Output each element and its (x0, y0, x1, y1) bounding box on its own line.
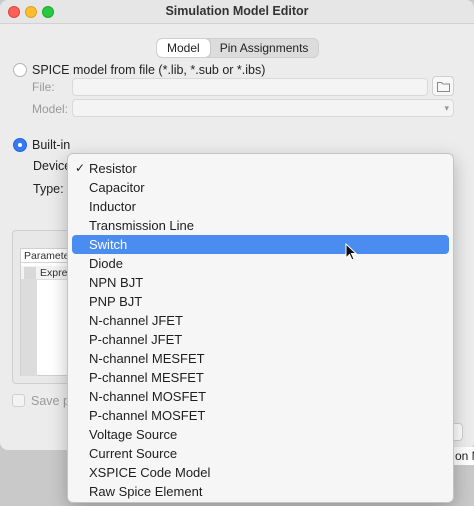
browse-file-button[interactable] (432, 76, 454, 96)
menu-item-label: Switch (89, 237, 128, 252)
device-type-dropdown-menu[interactable]: ✓ Resistor Capacitor Inductor Transmission L… (67, 153, 454, 503)
chevron-down-icon: ▾ (444, 103, 449, 113)
menu-item-label: Capacitor (89, 180, 145, 195)
builtin-radio[interactable] (13, 138, 27, 152)
row-header-cell (24, 267, 36, 279)
tab-pin-assignments[interactable]: Pin Assignments (210, 39, 319, 57)
window-title: Simulation Model Editor (165, 4, 309, 18)
tab-bar: Model Pin Assignments (156, 38, 320, 58)
menu-item-pnp-bjt[interactable]: PNP BJT (72, 292, 449, 311)
background-window: on M (452, 447, 474, 465)
file-input[interactable] (72, 78, 428, 96)
menu-item-n-channel-mesfet[interactable]: N-channel MESFET (72, 349, 449, 368)
builtin-label: Built-in (32, 138, 71, 152)
file-label: File: (32, 80, 55, 94)
menu-item-resistor[interactable]: ✓ Resistor (72, 159, 449, 178)
menu-item-label: P-channel MESFET (89, 370, 204, 385)
row-header-column (21, 280, 37, 376)
menu-item-switch[interactable]: Switch (72, 235, 449, 254)
tab-model[interactable]: Model (157, 39, 210, 57)
menu-item-label: Resistor (89, 161, 137, 176)
menu-item-raw-spice-element[interactable]: Raw Spice Element (72, 482, 449, 501)
menu-item-voltage-source[interactable]: Voltage Source (72, 425, 449, 444)
menu-item-label: Raw Spice Element (89, 484, 203, 499)
folder-icon (437, 82, 450, 92)
menu-item-label: P-channel MOSFET (89, 408, 206, 423)
menu-item-label: N-channel JFET (89, 313, 183, 328)
checkmark-icon: ✓ (75, 161, 86, 175)
spice-model-label: SPICE model from file (*.lib, *.sub or *… (32, 63, 266, 77)
spice-model-radio[interactable] (13, 63, 27, 77)
menu-item-label: Current Source (89, 446, 178, 461)
menu-item-label: Transmission Line (89, 218, 195, 233)
menu-item-xspice-code-model[interactable]: XSPICE Code Model (72, 463, 449, 482)
menu-item-label: N-channel MESFET (89, 351, 205, 366)
menu-item-n-channel-jfet[interactable]: N-channel JFET (72, 311, 449, 330)
menu-item-label: PNP BJT (89, 294, 143, 309)
menu-item-label: NPN BJT (89, 275, 144, 290)
menu-item-p-channel-jfet[interactable]: P-channel JFET (72, 330, 449, 349)
menu-item-label: P-channel JFET (89, 332, 183, 347)
model-select[interactable]: ▾ (72, 99, 454, 117)
menu-item-label: Diode (89, 256, 123, 271)
menu-item-p-channel-mosfet[interactable]: P-channel MOSFET (72, 406, 449, 425)
menu-item-label: N-channel MOSFET (89, 389, 207, 404)
menu-item-current-source[interactable]: Current Source (72, 444, 449, 463)
menu-item-p-channel-mesfet[interactable]: P-channel MESFET (72, 368, 449, 387)
save-checkbox[interactable] (12, 394, 25, 407)
parameters-table[interactable]: Parameter Express (20, 248, 78, 376)
menu-item-n-channel-mosfet[interactable]: N-channel MOSFET (72, 387, 449, 406)
parameters-subheader-row: Express (21, 266, 78, 280)
title-bar: Simulation Model Editor (0, 0, 474, 24)
background-window-text: on M (455, 449, 474, 463)
menu-item-label: Inductor (89, 199, 136, 214)
model-label: Model: (32, 102, 69, 116)
type-label: Type: (33, 182, 64, 196)
menu-item-label: XSPICE Code Model (89, 465, 211, 480)
menu-item-transmission-line[interactable]: Transmission Line (72, 216, 449, 235)
parameters-header: Parameter (21, 249, 69, 263)
menu-item-npn-bjt[interactable]: NPN BJT (72, 273, 449, 292)
menu-item-capacitor[interactable]: Capacitor (72, 178, 449, 197)
menu-item-diode[interactable]: Diode (72, 254, 449, 273)
mouse-pointer-icon (345, 243, 358, 261)
menu-item-label: Voltage Source (89, 427, 178, 442)
device-label: Device (33, 159, 72, 173)
menu-item-inductor[interactable]: Inductor (72, 197, 449, 216)
